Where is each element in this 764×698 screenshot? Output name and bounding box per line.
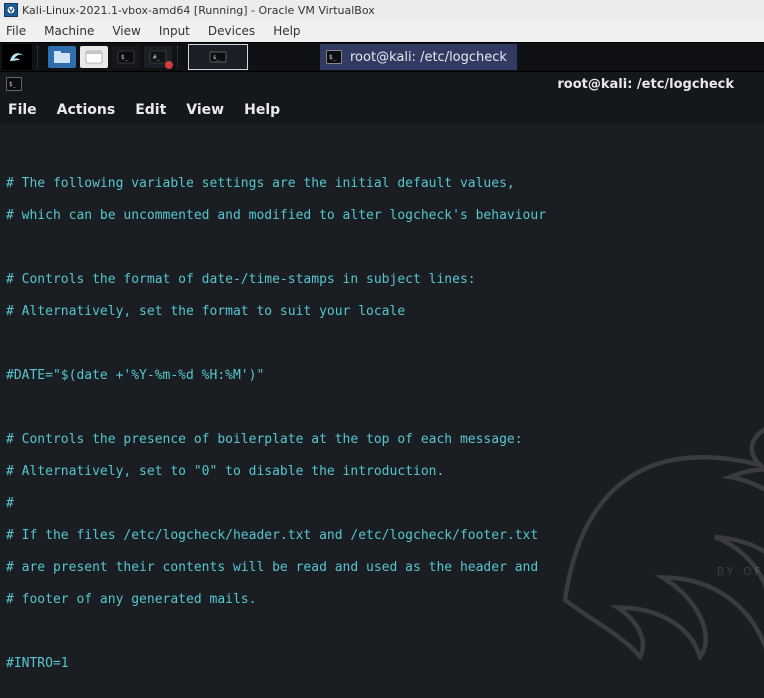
vb-menu-view[interactable]: View <box>112 24 140 38</box>
window-title: Kali-Linux-2021.1-vbox-amd64 [Running] -… <box>22 4 375 17</box>
code-line: # Controls the presence of boilerplate a… <box>6 432 523 447</box>
panel-app-terminal-1[interactable]: $_ <box>112 46 140 68</box>
window-titlebar: Kali-Linux-2021.1-vbox-amd64 [Running] -… <box>0 0 764 20</box>
vb-menu-devices[interactable]: Devices <box>208 24 255 38</box>
vb-menu-machine[interactable]: Machine <box>44 24 94 38</box>
panel-app-files[interactable] <box>48 46 76 68</box>
root-badge-icon <box>165 61 173 69</box>
watermark-text: BY OF <box>717 564 764 580</box>
terminal-icon: $_ <box>326 50 342 64</box>
code-line: # <box>6 496 14 511</box>
taskbar-window-label[interactable]: $_ root@kali: /etc/logcheck <box>320 44 517 70</box>
panel-separator <box>177 46 183 68</box>
code-line: #DATE="$(date +'%Y-%m-%d %H:%M')" <box>6 368 264 383</box>
panel-app-browser[interactable] <box>80 46 108 68</box>
terminal-titlebar: $_ root@kali: /etc/logcheck <box>0 72 764 96</box>
svg-text:$_: $_ <box>9 81 17 88</box>
vb-menu-help[interactable]: Help <box>273 24 300 38</box>
code-line: # The following variable settings are th… <box>6 176 515 191</box>
code-line: # Alternatively, set to "0" to disable t… <box>6 464 444 479</box>
term-menu-help[interactable]: Help <box>244 102 280 118</box>
kali-dragon-watermark <box>504 344 764 644</box>
terminal-icon: $_ <box>6 77 22 91</box>
code-line: # If the files /etc/logcheck/header.txt … <box>6 528 538 543</box>
code-line: #INTRO=1 <box>6 656 69 671</box>
terminal-title: root@kali: /etc/logcheck <box>557 77 734 92</box>
panel-app-terminal-root[interactable]: #_ <box>144 46 172 68</box>
term-menu-edit[interactable]: Edit <box>135 102 166 118</box>
svg-text:$_: $_ <box>213 55 220 61</box>
code-line: # footer of any generated mails. <box>6 592 256 607</box>
term-menu-file[interactable]: File <box>8 102 37 118</box>
taskbar-window-title: root@kali: /etc/logcheck <box>350 50 507 65</box>
term-menu-actions[interactable]: Actions <box>57 102 116 118</box>
virtualbox-icon <box>4 3 18 17</box>
kali-taskbar: $_ #_ $_ $_ root@kali: /etc/logcheck <box>0 42 764 72</box>
code-line: # Alternatively, set the format to suit … <box>6 304 405 319</box>
svg-text:$_: $_ <box>121 54 129 61</box>
vb-menu-input[interactable]: Input <box>159 24 190 38</box>
panel-separator <box>37 46 43 68</box>
kali-menu-icon[interactable] <box>2 44 32 70</box>
terminal-menubar: File Actions Edit View Help <box>0 96 764 124</box>
svg-text:$_: $_ <box>329 54 337 61</box>
code-line: # Controls the format of date-/time-stam… <box>6 272 476 287</box>
term-menu-view[interactable]: View <box>186 102 224 118</box>
code-line: # are present their contents will be rea… <box>6 560 538 575</box>
code-line: # which can be uncommented and modified … <box>6 208 546 223</box>
vb-menu-file[interactable]: File <box>6 24 26 38</box>
virtualbox-menubar: File Machine View Input Devices Help <box>0 20 764 42</box>
svg-text:#_: #_ <box>153 54 161 61</box>
terminal-body[interactable]: BY OF # The following variable settings … <box>0 124 764 698</box>
taskbar-window-active[interactable]: $_ <box>188 44 248 70</box>
